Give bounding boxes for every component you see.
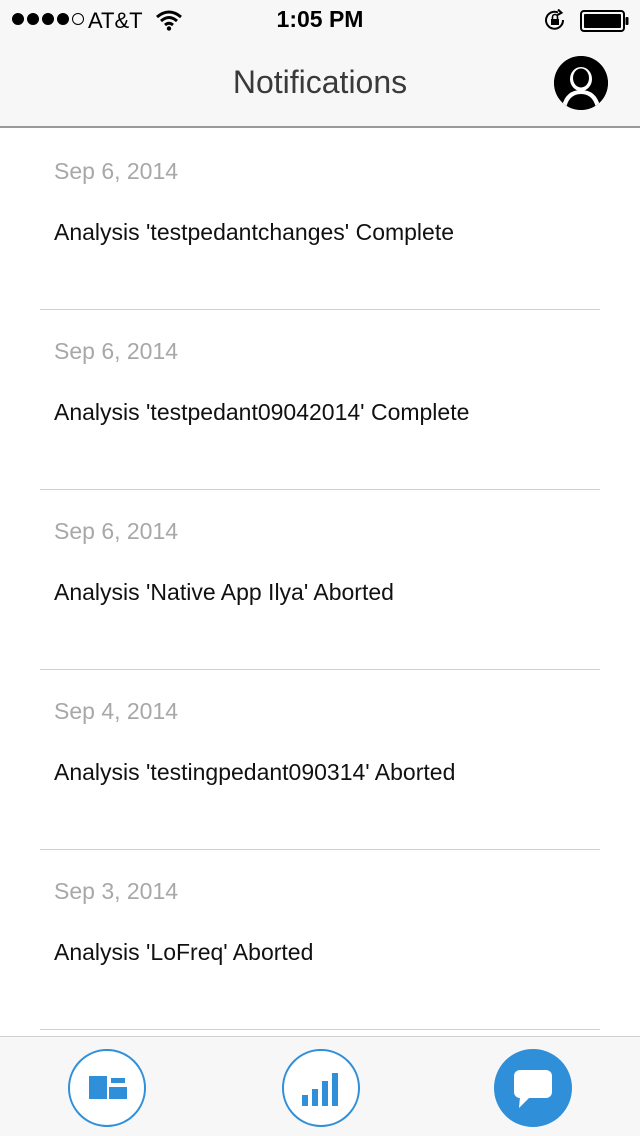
notification-message: Analysis 'testpedantchanges' Complete bbox=[54, 219, 455, 245]
notification-date: Sep 6, 2014 bbox=[54, 158, 179, 184]
notification-item[interactable]: Sep 6, 2014 Analysis 'testpedantchanges'… bbox=[40, 130, 600, 310]
page-title: Notifications bbox=[232, 64, 408, 100]
notification-date: Sep 6, 2014 bbox=[54, 338, 179, 364]
tab-notifications[interactable] bbox=[494, 1049, 572, 1127]
profile-button[interactable] bbox=[554, 56, 608, 110]
orientation-lock-icon bbox=[545, 9, 565, 30]
tab-dashboard[interactable] bbox=[68, 1049, 146, 1127]
notification-item[interactable]: Sep 6, 2014 Analysis 'testpedant09042014… bbox=[40, 310, 600, 490]
battery-icon bbox=[580, 10, 629, 32]
tab-charts[interactable] bbox=[282, 1049, 360, 1127]
notification-message: Analysis 'LoFreq' Aborted bbox=[54, 939, 314, 965]
notification-date: Sep 3, 2014 bbox=[54, 878, 179, 904]
notifications-screen: AT&T 1:05 PM Notifications Sep 6, 2014 A… bbox=[0, 0, 640, 1136]
notification-item[interactable]: Sep 6, 2014 Analysis 'Native App Ilya' A… bbox=[40, 490, 600, 670]
bar-chart-icon bbox=[302, 1073, 338, 1106]
notification-message: Analysis 'testingpedant090314' Aborted bbox=[54, 759, 456, 785]
notification-message: Analysis 'Native App Ilya' Aborted bbox=[54, 579, 394, 605]
status-bar: AT&T 1:05 PM bbox=[0, 0, 640, 40]
notification-message: Analysis 'testpedant09042014' Complete bbox=[54, 399, 470, 425]
notification-date: Sep 4, 2014 bbox=[54, 698, 179, 724]
navigation-bar: Notifications bbox=[0, 40, 640, 128]
dashboard-icon bbox=[89, 1076, 127, 1099]
chat-bubble-icon bbox=[514, 1070, 552, 1108]
user-silhouette-icon bbox=[554, 56, 608, 110]
notification-list[interactable]: Sep 6, 2014 Analysis 'testpedantchanges'… bbox=[0, 130, 640, 1036]
notification-date: Sep 6, 2014 bbox=[54, 518, 179, 544]
tab-bar bbox=[0, 1036, 640, 1136]
notification-item[interactable]: Sep 3, 2014 Analysis 'LoFreq' Aborted bbox=[40, 850, 600, 1030]
notification-item[interactable]: Sep 4, 2014 Analysis 'testingpedant09031… bbox=[40, 670, 600, 850]
